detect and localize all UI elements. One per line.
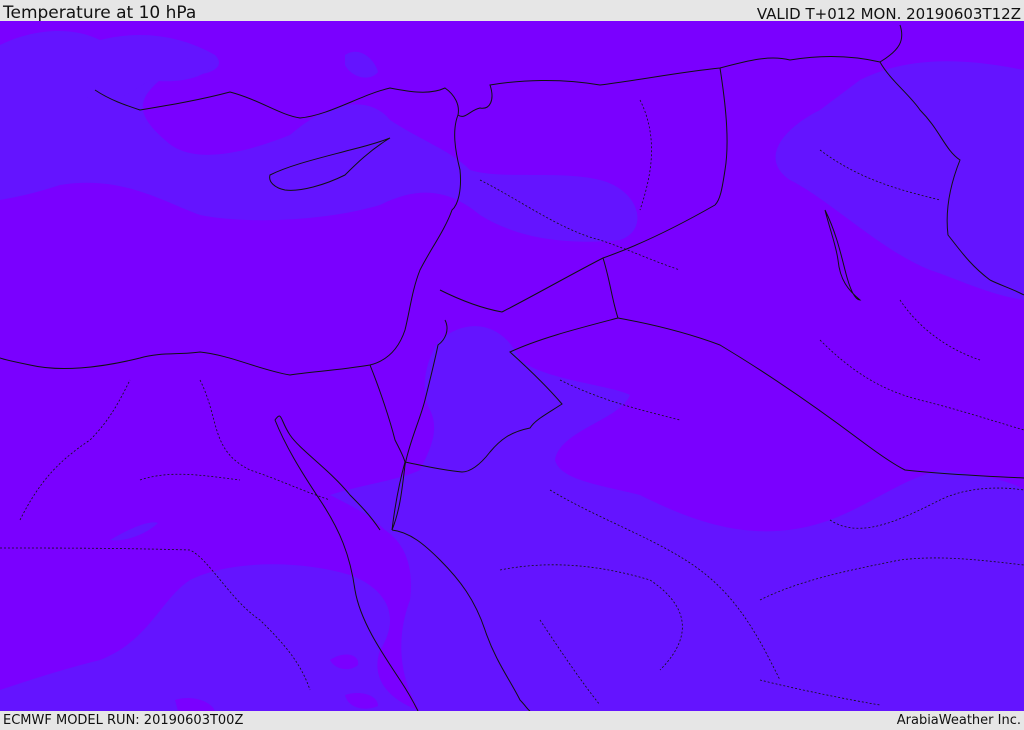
footer-bar: ECMWF MODEL RUN: 20190603T00Z ArabiaWeat… [0,711,1024,729]
map-canvas [0,21,1024,711]
weather-map[interactable] [0,21,1024,711]
credit-label: ArabiaWeather Inc. [896,713,1021,728]
header-bar: Temperature at 10 hPa VALID T+012 MON. 2… [0,0,1024,23]
model-run-label: ECMWF MODEL RUN: 20190603T00Z [3,713,244,728]
map-title: Temperature at 10 hPa [3,3,197,23]
